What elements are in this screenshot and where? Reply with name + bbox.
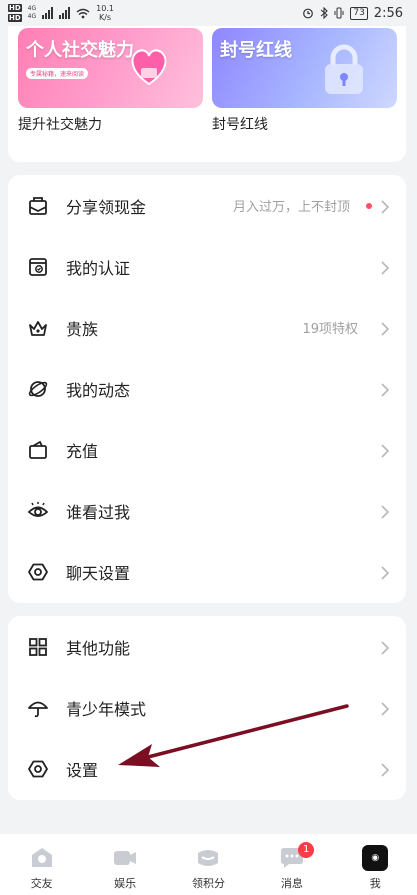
menu-item-label: 青少年模式: [66, 699, 147, 719]
menu-item-extra: 月入过万，上不封顶: [232, 200, 350, 215]
menu-item-verification[interactable]: 我的认证: [8, 236, 406, 297]
menu-item-label: 我的动态: [66, 380, 131, 400]
nav-tab-entertainment[interactable]: 娱乐: [83, 834, 166, 895]
banner-card: 个人社交魅力 专属秘籍，速来阅读 封号红线 提升社交魅力 封号红线: [8, 26, 406, 162]
menu-item-teen-mode[interactable]: 青少年模式: [8, 677, 406, 738]
menu-item-share-cash[interactable]: 分享领现金 月入过万，上不封顶: [8, 175, 406, 236]
menu-item-chat-settings[interactable]: 聊天设置: [8, 541, 406, 602]
chevron-right-icon: [380, 565, 390, 580]
menu-group-main: 分享领现金 月入过万，上不封顶 我的认证 贵族 19项特权 我的动态 充值 谁看…: [8, 175, 406, 603]
hexagon-settings-icon: [26, 560, 50, 584]
menu-item-recharge[interactable]: 充值: [8, 419, 406, 480]
camera-icon: [111, 845, 139, 871]
signal-icon: [42, 7, 54, 19]
nav-tab-points[interactable]: 领积分: [167, 834, 250, 895]
nav-label: 领积分: [191, 877, 225, 890]
points-icon: [194, 845, 222, 871]
banner-caption[interactable]: 提升社交魅力: [18, 114, 102, 134]
banner-title: 封号红线: [220, 40, 292, 61]
clock: 2:56: [373, 5, 403, 21]
menu-item-label: 设置: [66, 760, 99, 780]
id-check-icon: [26, 255, 50, 279]
menu-item-other-features[interactable]: 其他功能: [8, 616, 406, 677]
heart-icon: [131, 49, 167, 86]
speed-unit: K/s: [98, 13, 112, 22]
banner-pill: 专属秘籍，速来阅读: [26, 68, 89, 79]
nav-tab-messages[interactable]: 1 消息: [250, 834, 333, 895]
menu-group-other: 其他功能 青少年模式 设置: [8, 616, 406, 800]
hd-indicator: HD HD: [8, 3, 22, 23]
banner-title: 个人社交魅力: [26, 40, 134, 61]
chevron-right-icon: [380, 762, 390, 777]
menu-item-label: 聊天设置: [66, 563, 131, 583]
ban-redline-banner[interactable]: 封号红线: [212, 28, 397, 108]
menu-item-label: 充值: [66, 441, 99, 461]
avatar: ◉: [362, 845, 389, 871]
bluetooth-icon: [320, 7, 329, 19]
menu-item-settings[interactable]: 设置: [8, 738, 406, 799]
lock-icon: [325, 44, 363, 94]
chevron-right-icon: [380, 701, 390, 716]
menu-item-label: 我的认证: [66, 258, 131, 278]
alarm-icon: [303, 8, 314, 19]
umbrella-icon: [26, 696, 50, 720]
nav-tab-friends[interactable]: 交友: [0, 834, 83, 895]
planet-icon: [26, 377, 50, 401]
hd-top-label: HD: [8, 4, 22, 12]
avatar-icon: ◉: [361, 845, 389, 871]
chevron-right-icon: [380, 199, 390, 214]
wallet-icon: [26, 438, 50, 462]
chevron-right-icon: [380, 260, 390, 275]
battery-indicator: 73: [350, 6, 368, 20]
menu-item-my-posts[interactable]: 我的动态: [8, 358, 406, 419]
chevron-right-icon: [380, 321, 390, 336]
menu-item-label: 谁看过我: [66, 502, 131, 522]
notification-dot: [366, 202, 372, 209]
net-top-label: 4G: [27, 5, 37, 12]
wifi-icon: [76, 8, 90, 18]
menu-item-nobility[interactable]: 贵族 19项特权: [8, 297, 406, 358]
menu-item-label: 贵族: [66, 319, 99, 339]
nav-tab-me[interactable]: ◉ 我: [334, 834, 417, 895]
status-bar: HD HD 4G 4G 10.1 K/s 73 2:56: [0, 0, 417, 26]
menu-item-visitors[interactable]: 谁看过我: [8, 480, 406, 541]
vibrate-icon: [334, 7, 344, 19]
menu-item-label: 其他功能: [66, 638, 131, 658]
social-charm-banner[interactable]: 个人社交魅力 专属秘籍，速来阅读: [18, 28, 203, 108]
chevron-right-icon: [380, 504, 390, 519]
nav-label: 娱乐: [114, 877, 137, 890]
friends-icon: [28, 845, 56, 871]
network-speed: 10.1 K/s: [96, 4, 114, 22]
nav-label: 交友: [30, 877, 53, 890]
hexagon-settings-icon: [26, 757, 50, 781]
chevron-right-icon: [380, 382, 390, 397]
menu-item-extra: 19项特权: [302, 322, 358, 337]
chevron-right-icon: [380, 443, 390, 458]
signal-2-icon: [59, 7, 71, 19]
bottom-nav: 交友 娱乐 领积分 1 消息 ◉ 我: [0, 834, 417, 895]
grid-icon: [26, 635, 50, 659]
unread-badge: 1: [298, 842, 315, 858]
nav-label: 消息: [280, 877, 303, 890]
net-bottom-label: 4G: [27, 13, 37, 20]
nav-label: 我: [369, 877, 381, 890]
hd-bottom-label: HD: [8, 14, 22, 22]
menu-item-label: 分享领现金: [66, 197, 147, 217]
chevron-right-icon: [380, 640, 390, 655]
speed-value: 10.1: [96, 4, 114, 13]
eye-icon: [26, 499, 50, 523]
crown-icon: [26, 316, 50, 340]
envelope-icon: [26, 194, 50, 218]
banner-caption[interactable]: 封号红线: [212, 114, 268, 134]
